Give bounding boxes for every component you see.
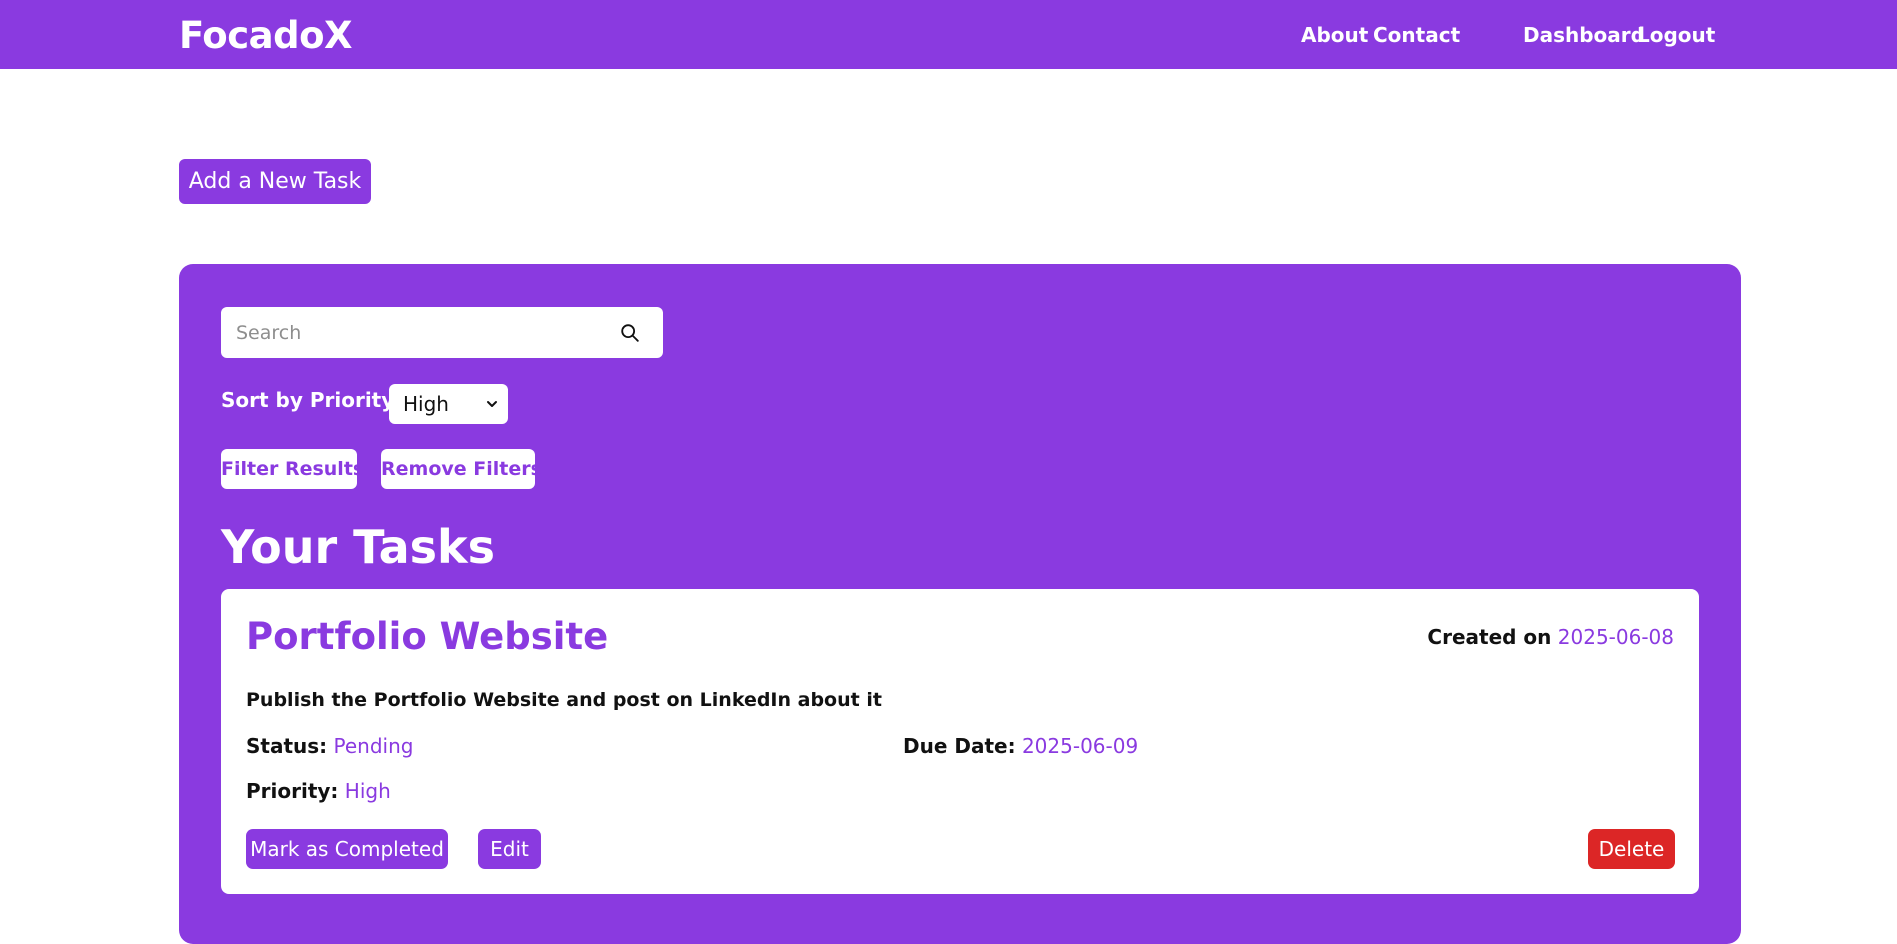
tasks-panel: Sort by Priority: High Filter Results Re…	[179, 264, 1741, 944]
search-box	[221, 307, 663, 358]
remove-filters-button[interactable]: Remove Filters	[381, 449, 542, 489]
edit-task-button[interactable]: Edit	[478, 829, 541, 869]
created-label: Created on	[1427, 625, 1552, 649]
task-priority: Priority: High	[246, 779, 391, 803]
due-date-value: 2025-06-09	[1021, 734, 1139, 758]
created-date: 2025-06-08	[1557, 625, 1674, 649]
chevron-down-icon	[487, 401, 497, 407]
task-card: Portfolio Website Created on 2025-06-08 …	[221, 589, 1699, 894]
navbar: FocadoX About Contact Dashboard Logout	[0, 0, 1897, 69]
search-icon[interactable]	[619, 322, 641, 344]
filter-results-button[interactable]: Filter Results	[221, 449, 364, 489]
task-description: Publish the Portfolio Website and post o…	[246, 689, 882, 711]
task-status: Status: Pending	[246, 734, 413, 758]
task-title: Portfolio Website	[246, 615, 609, 658]
task-created: Created on 2025-06-08	[1427, 625, 1674, 649]
priority-label: Priority:	[246, 779, 339, 803]
sort-priority-label: Sort by Priority:	[221, 388, 403, 412]
sort-selected-value: High	[403, 392, 449, 416]
delete-task-button[interactable]: Delete	[1588, 829, 1675, 869]
due-date-label: Due Date:	[903, 734, 1016, 758]
sort-priority-select[interactable]: High	[389, 384, 508, 424]
nav-link-about[interactable]: About	[1301, 23, 1368, 47]
add-new-task-button[interactable]: Add a New Task	[179, 159, 371, 204]
mark-completed-button[interactable]: Mark as Completed	[246, 829, 448, 869]
status-label: Status:	[246, 734, 328, 758]
nav-link-contact[interactable]: Contact	[1373, 23, 1460, 47]
task-due-date: Due Date: 2025-06-09	[903, 734, 1138, 758]
brand-logo[interactable]: FocadoX	[179, 14, 353, 58]
priority-value: High	[344, 779, 391, 803]
search-input[interactable]	[221, 307, 601, 358]
tasks-heading: Your Tasks	[221, 520, 495, 574]
status-value: Pending	[333, 734, 414, 758]
nav-link-dashboard[interactable]: Dashboard	[1523, 23, 1645, 47]
nav-link-logout[interactable]: Logout	[1637, 23, 1715, 47]
